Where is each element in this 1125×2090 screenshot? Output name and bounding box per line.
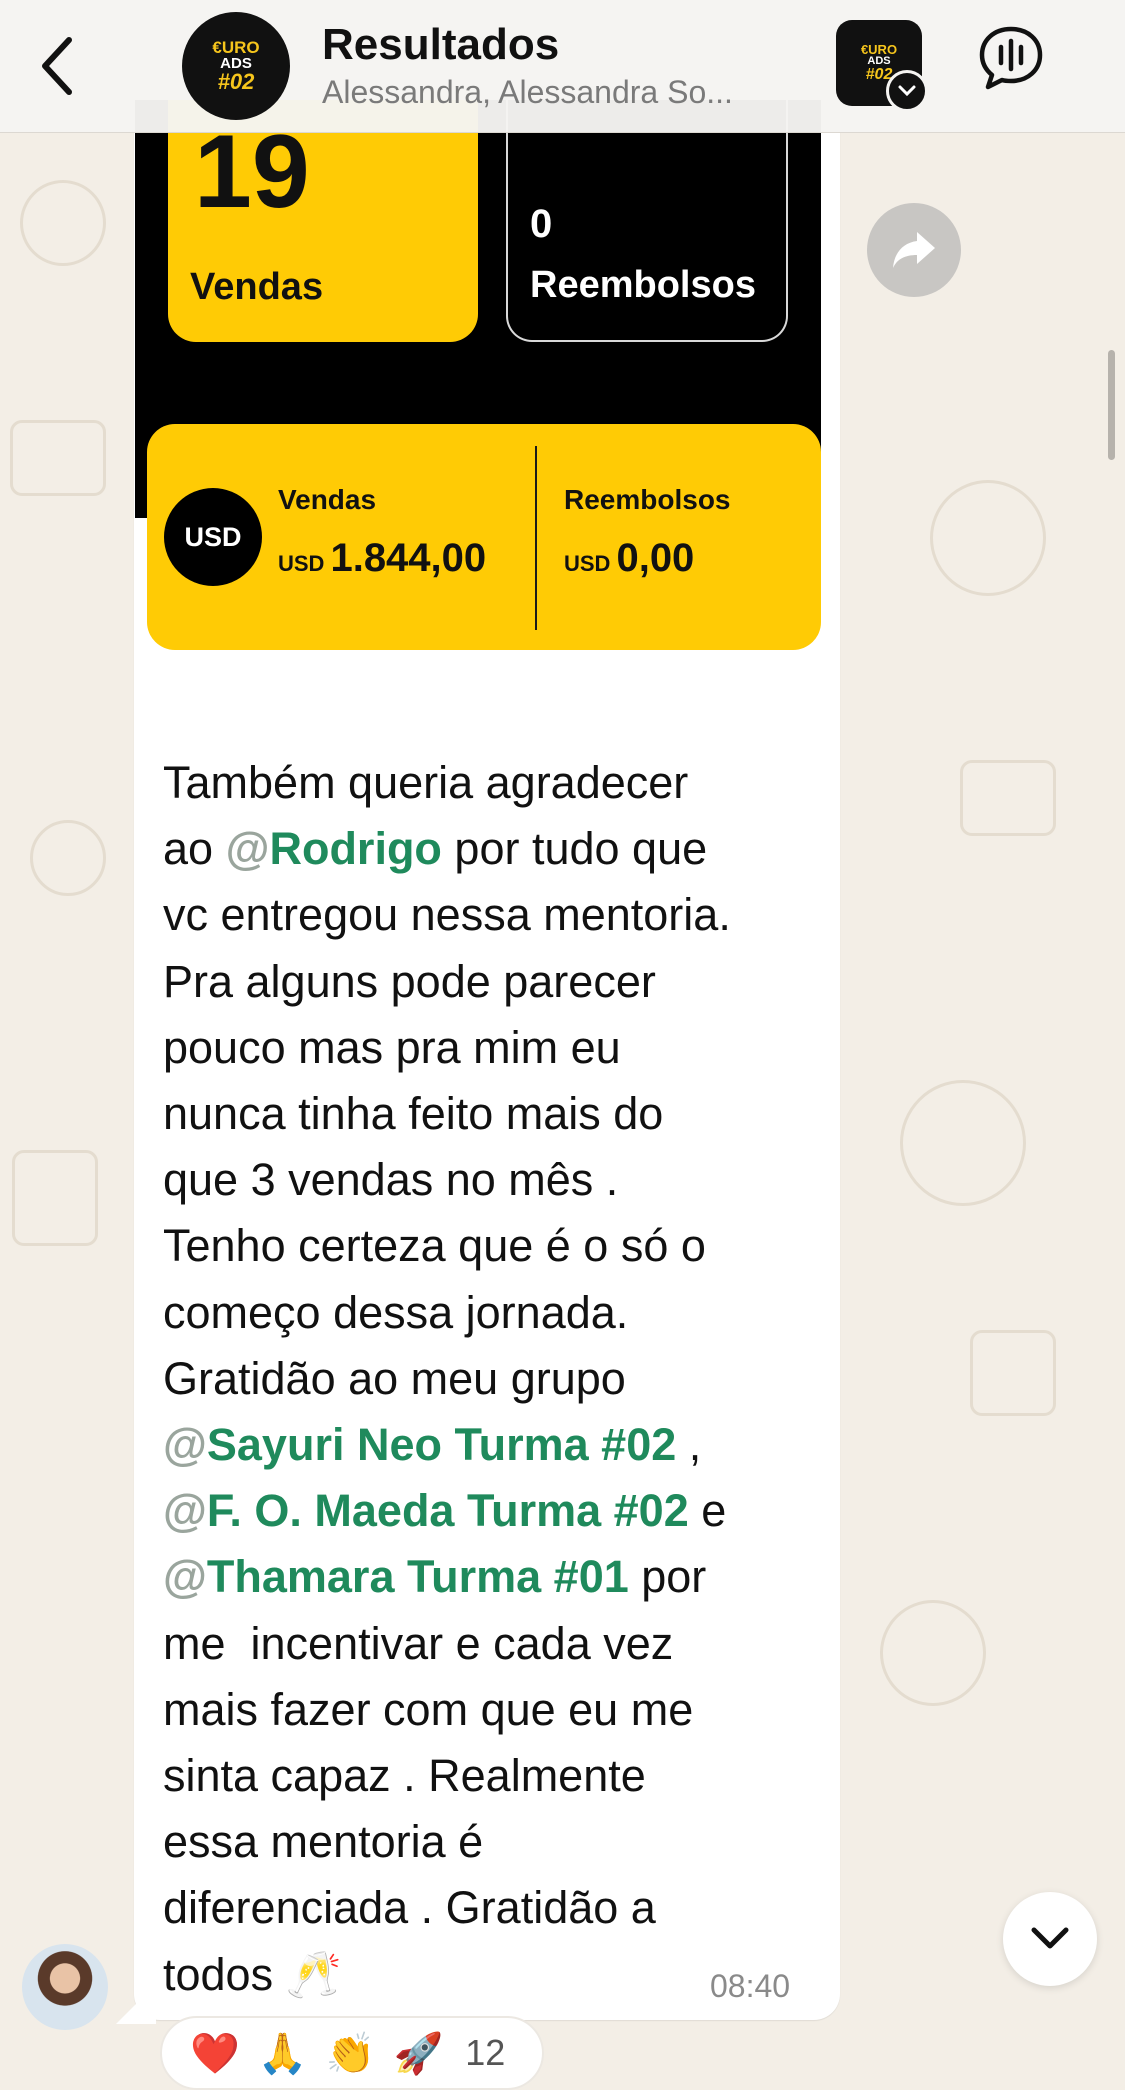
forward-arrow-icon	[893, 232, 935, 268]
chevron-down-icon	[1031, 1927, 1069, 1949]
waveform-icon	[979, 26, 1043, 90]
scroll-to-bottom-button[interactable]	[1003, 1892, 1097, 1986]
refunds-count-label: Reembolsos	[530, 264, 756, 306]
wallpaper-doodle	[960, 760, 1056, 836]
reaction-heart: ❤️	[190, 2031, 240, 2076]
chevron-down-icon	[886, 70, 928, 112]
message-time: 08:40	[710, 1968, 791, 2004]
sales-total-label: Vendas	[278, 484, 377, 515]
audio-call-button[interactable]	[975, 22, 1047, 94]
sales-count: 19	[194, 114, 310, 230]
reaction-count: 12	[465, 2032, 506, 2073]
wallpaper-doodle	[30, 820, 106, 896]
reaction-clap: 👏	[325, 2031, 376, 2076]
wallpaper-doodle	[930, 480, 1046, 596]
community-avatar[interactable]: €URO ADS #02	[836, 20, 928, 112]
sales-count-label: Vendas	[190, 266, 324, 308]
back-button[interactable]	[22, 28, 92, 104]
chat-participants[interactable]: Alessandra, Alessandra So...	[322, 74, 802, 111]
sales-total-value: USD 1.844,00	[278, 536, 487, 580]
wallpaper-doodle	[10, 420, 106, 496]
refunds-total-value: USD 0,00	[564, 536, 695, 580]
sender-avatar[interactable]	[22, 1944, 108, 2030]
chat-header: €URO ADS #02 Resultados Alessandra, Ales…	[0, 0, 1125, 133]
mention-thamara[interactable]: @Thamara Turma #01	[163, 1551, 629, 1602]
chevron-left-icon	[42, 37, 72, 95]
group-avatar[interactable]: €URO ADS #02	[182, 12, 290, 120]
wallpaper-doodle	[12, 1150, 98, 1246]
reaction-rocket: 🚀	[393, 2031, 444, 2076]
chat-title[interactable]: Resultados	[322, 20, 559, 70]
wallpaper-doodle	[970, 1330, 1056, 1416]
forward-button[interactable]	[867, 203, 961, 297]
refunds-count: 0	[530, 202, 553, 246]
mention-sayuri[interactable]: @Sayuri Neo Turma #02	[163, 1419, 676, 1470]
mention-maeda[interactable]: @F. O. Maeda Turma #02	[163, 1485, 689, 1536]
refunds-total-label: Reembolsos	[564, 484, 731, 515]
wallpaper-doodle	[900, 1080, 1026, 1206]
mention-rodrigo[interactable]: @Rodrigo	[226, 823, 442, 874]
wallpaper-doodle	[880, 1600, 986, 1706]
reaction-pray: 🙏	[257, 2031, 308, 2076]
scrollbar[interactable]	[1108, 350, 1115, 460]
reactions-bar[interactable]: ❤️ 🙏 👏 🚀 12	[160, 2016, 544, 2090]
totals-divider	[535, 446, 537, 630]
message-text: Também queria agradecer ao @Rodrigo por …	[163, 757, 731, 2000]
euroads-logo: €URO ADS #02	[212, 38, 260, 94]
wallpaper-doodle	[20, 180, 106, 266]
currency-badge: USD	[164, 488, 262, 586]
